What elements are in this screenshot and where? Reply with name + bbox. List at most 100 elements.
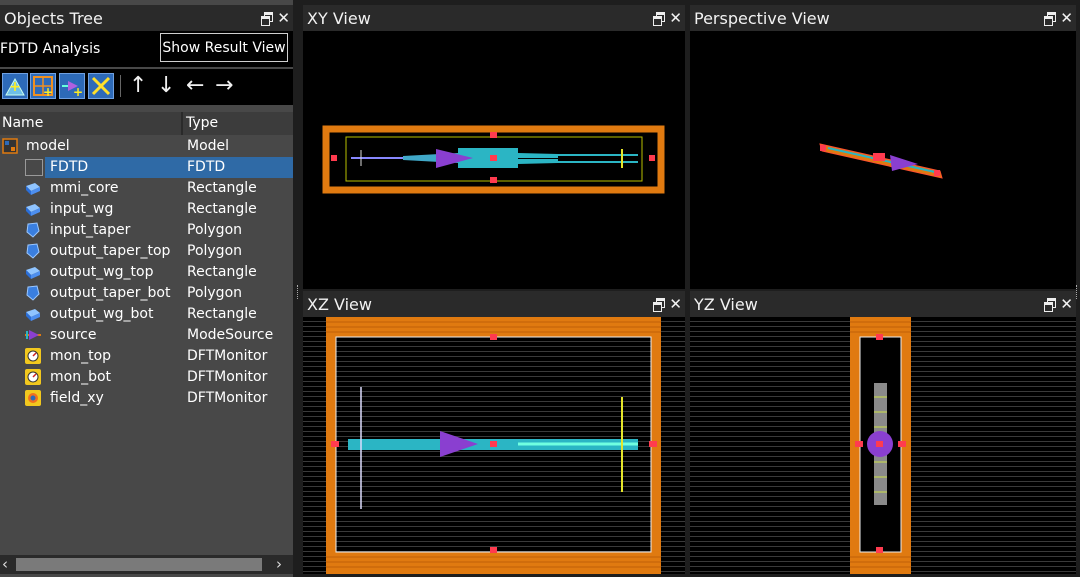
pml-bottom bbox=[326, 552, 661, 574]
xz-view-canvas[interactable] bbox=[303, 317, 685, 574]
tree-toolbar: + + + ↑ ↓ ← → bbox=[0, 69, 293, 105]
tree-row-type: Model bbox=[187, 138, 230, 154]
tree-row-output-taper-top[interactable]: output_taper_top Polygon bbox=[0, 241, 293, 262]
close-icon[interactable]: ✕ bbox=[669, 297, 682, 312]
add-structure-icon[interactable]: + bbox=[2, 73, 28, 99]
boundary-marker bbox=[873, 153, 885, 161]
restore-icon[interactable] bbox=[261, 12, 274, 26]
boundary-marker bbox=[331, 155, 337, 161]
boundary-marker bbox=[490, 177, 497, 183]
show-result-view-button[interactable]: Show Result View bbox=[160, 33, 288, 62]
tree-row-type: DFTMonitor bbox=[187, 348, 268, 364]
column-type-header[interactable]: Type bbox=[186, 115, 218, 131]
scroll-right-icon[interactable]: › bbox=[276, 555, 282, 573]
rectangle-icon bbox=[25, 264, 41, 280]
xz-view-title-bar: XZ View ✕ bbox=[303, 291, 685, 317]
analysis-label: FDTD Analysis bbox=[0, 41, 101, 57]
column-separator[interactable] bbox=[181, 112, 183, 135]
scrollbar-thumb[interactable] bbox=[16, 558, 262, 571]
xy-view-title-bar: XY View ✕ bbox=[303, 5, 685, 31]
delete-icon[interactable] bbox=[88, 73, 114, 99]
tree-row-model[interactable]: model Model bbox=[0, 136, 293, 157]
tree-row-type: Polygon bbox=[187, 243, 243, 259]
polygon-icon bbox=[25, 243, 41, 259]
dft-monitor-icon bbox=[25, 348, 41, 364]
tree-row-name: output_taper_top bbox=[50, 243, 171, 259]
tree-row-type: Rectangle bbox=[187, 264, 257, 280]
tree-row-name: input_wg bbox=[50, 201, 114, 217]
source-arrow[interactable] bbox=[440, 431, 478, 457]
boundary-marker bbox=[934, 170, 940, 176]
perspective-view-title-bar: Perspective View ✕ bbox=[690, 5, 1076, 31]
add-source-icon[interactable]: + bbox=[59, 73, 85, 99]
tree-row-mon-bot[interactable]: mon_bot DFTMonitor bbox=[0, 367, 293, 388]
tree-row-source[interactable]: source ModeSource bbox=[0, 325, 293, 346]
close-icon[interactable]: ✕ bbox=[277, 11, 290, 26]
output-taper-bot[interactable] bbox=[518, 159, 558, 164]
tree-row-type: ModeSource bbox=[187, 327, 274, 343]
boundary-marker bbox=[490, 132, 497, 138]
move-up-icon[interactable]: ↑ bbox=[129, 74, 147, 98]
close-icon[interactable]: ✕ bbox=[1060, 297, 1073, 312]
boundary-marker bbox=[649, 441, 657, 447]
yz-view-canvas[interactable] bbox=[690, 317, 1076, 574]
mode-source-icon bbox=[25, 327, 41, 343]
boundary-marker bbox=[876, 441, 883, 447]
restore-icon[interactable] bbox=[1044, 298, 1057, 312]
output-taper-top[interactable] bbox=[518, 153, 558, 158]
rectangle-icon bbox=[25, 306, 41, 322]
close-icon[interactable]: ✕ bbox=[669, 11, 682, 26]
tree-row-input-wg[interactable]: input_wg Rectangle bbox=[0, 199, 293, 220]
panel-splitter[interactable] bbox=[293, 0, 303, 577]
fdtd-region-icon bbox=[25, 159, 43, 176]
right-splitter-grip[interactable] bbox=[1076, 285, 1079, 299]
horizontal-scrollbar[interactable]: ‹ › bbox=[0, 555, 293, 574]
tree-row-type: Polygon bbox=[187, 222, 243, 238]
tree-row-name: output_taper_bot bbox=[50, 285, 171, 301]
tree-row-fdtd[interactable]: FDTD FDTD bbox=[0, 157, 293, 178]
tree-row-mon-top[interactable]: mon_top DFTMonitor bbox=[0, 346, 293, 367]
tree-row-input-taper[interactable]: input_taper Polygon bbox=[0, 220, 293, 241]
splitter-grip[interactable] bbox=[297, 285, 300, 299]
column-name-header[interactable]: Name bbox=[2, 115, 43, 131]
tree-row-type: Rectangle bbox=[187, 180, 257, 196]
boundary-marker bbox=[490, 155, 497, 161]
tree-row-name: output_wg_bot bbox=[50, 306, 154, 322]
tree-row-type: FDTD bbox=[183, 157, 293, 178]
objects-tree-title: Objects Tree bbox=[4, 8, 103, 28]
perspective-view: Perspective View ✕ bbox=[690, 5, 1076, 289]
tree-row-mmi-core[interactable]: mmi_core Rectangle bbox=[0, 178, 293, 199]
boundary-marker bbox=[898, 441, 906, 447]
xy-view-canvas[interactable] bbox=[303, 31, 685, 289]
yz-view-title-bar: YZ View ✕ bbox=[690, 291, 1076, 317]
tree-row-type: Rectangle bbox=[187, 306, 257, 322]
move-down-icon[interactable]: ↓ bbox=[157, 74, 175, 98]
scroll-left-icon[interactable]: ‹ bbox=[2, 555, 8, 573]
restore-icon[interactable] bbox=[653, 12, 666, 26]
tree-row-type: DFTMonitor bbox=[187, 390, 268, 406]
tree-row-output-taper-bot[interactable]: output_taper_bot Polygon bbox=[0, 283, 293, 304]
tree-row-name: mon_bot bbox=[50, 369, 112, 385]
tree-row-output-wg-top[interactable]: output_wg_top Rectangle bbox=[0, 262, 293, 283]
add-region-icon[interactable]: + bbox=[30, 73, 56, 99]
boundary-marker bbox=[876, 547, 883, 553]
boundary-marker bbox=[855, 441, 863, 447]
xy-view: XY View ✕ bbox=[303, 5, 685, 289]
polygon-icon bbox=[25, 222, 41, 238]
move-left-icon[interactable]: ← bbox=[186, 74, 204, 98]
rectangle-icon bbox=[25, 180, 41, 196]
close-icon[interactable]: ✕ bbox=[1060, 11, 1073, 26]
tree-row-field-xy[interactable]: field_xy DFTMonitor bbox=[0, 388, 293, 409]
restore-icon[interactable] bbox=[653, 298, 666, 312]
tree-row-name: field_xy bbox=[50, 390, 104, 406]
tree-row-name: source bbox=[50, 327, 97, 343]
polygon-icon bbox=[25, 285, 41, 301]
tree-row-type: Rectangle bbox=[187, 201, 257, 217]
move-right-icon[interactable]: → bbox=[215, 74, 233, 98]
boundary-marker bbox=[331, 441, 339, 447]
perspective-view-canvas[interactable] bbox=[690, 31, 1076, 289]
restore-icon[interactable] bbox=[1044, 12, 1057, 26]
tree-row-output-wg-bot[interactable]: output_wg_bot Rectangle bbox=[0, 304, 293, 325]
boundary-marker bbox=[490, 334, 497, 340]
boundary-marker bbox=[490, 441, 497, 447]
